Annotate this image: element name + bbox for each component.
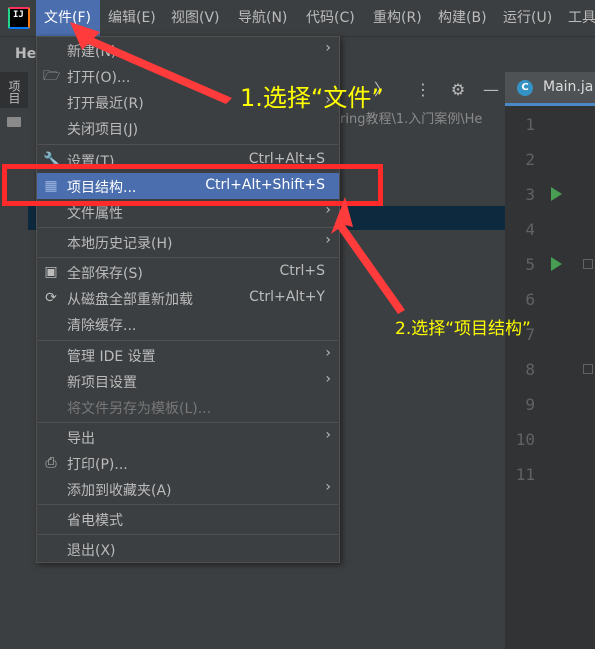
menu-item-label: 管理 IDE 设置 [67, 349, 156, 365]
hide-icon[interactable]: — [481, 80, 501, 100]
tool-window-strip: 项目 [0, 72, 29, 649]
submenu-arrow-icon: › [325, 371, 331, 387]
menu-view[interactable]: 视图(V) [171, 0, 220, 36]
folder-open-icon: 🗁 [43, 68, 61, 84]
menu-item-label: 清除缓存... [67, 318, 137, 334]
menu-item-reload-all[interactable]: ⟳ 从磁盘全部重新加载 Ctrl+Alt+Y [37, 285, 339, 311]
submenu-arrow-icon: › [325, 232, 331, 248]
menu-separator [38, 422, 338, 423]
print-icon: ⎙ [45, 455, 57, 471]
save-icon: ▣ [44, 264, 58, 280]
menu-item-new[interactable]: 新建(N) › [37, 37, 339, 63]
highlight-box [2, 164, 383, 206]
menu-separator [38, 227, 338, 228]
menu-item-label: 打开(O)... [67, 70, 131, 86]
menu-item-local-history[interactable]: 本地历史记录(H) › [37, 229, 339, 255]
submenu-arrow-icon: › [325, 479, 331, 495]
menu-item-label: 全部保存(S) [67, 266, 143, 282]
menu-separator [38, 340, 338, 341]
java-class-icon: C [517, 80, 533, 96]
reload-icon: ⟳ [45, 290, 57, 306]
project-tool-window-tab[interactable]: 项目 [0, 72, 28, 108]
project-name[interactable]: He [15, 46, 36, 62]
line-number: 5 [525, 255, 535, 274]
intellij-logo-icon: IJ [8, 7, 30, 29]
menu-run[interactable]: 运行(U) [503, 0, 552, 36]
menu-item-shortcut: Ctrl+Alt+Y [249, 289, 325, 305]
menu-item-shortcut: Ctrl+S [279, 263, 325, 279]
menu-separator [38, 504, 338, 505]
menu-item-print[interactable]: ⎙ 打印(P)... [37, 450, 339, 476]
menu-item-exit[interactable]: 退出(X) [37, 536, 339, 562]
menu-item-label: 文件属性 [67, 206, 123, 222]
line-number: 9 [525, 395, 535, 414]
run-gutter-icon[interactable] [551, 257, 562, 271]
step1-annotation: 1.选择“文件” [240, 84, 384, 112]
menu-item-manage-ide-settings[interactable]: 管理 IDE 设置 › [37, 342, 339, 368]
menu-tools[interactable]: 工具 [568, 0, 595, 36]
menu-separator [38, 144, 338, 145]
step2-annotation: 2.选择“项目结构” [395, 319, 531, 339]
menu-separator [38, 257, 338, 258]
fold-icon[interactable] [583, 364, 593, 374]
line-number: 4 [525, 220, 535, 239]
menu-item-label: 打开最近(R) [67, 96, 144, 112]
menu-item-add-to-favorites[interactable]: 添加到收藏夹(A) › [37, 476, 339, 502]
menu-item-label: 本地历史记录(H) [67, 236, 173, 252]
menu-item-label: 将文件另存为模板(L)... [67, 401, 212, 417]
menu-item-label: 从磁盘全部重新加载 [67, 292, 193, 308]
menu-item-label: 省电模式 [67, 513, 123, 529]
editor-tab-label: Main.ja [543, 79, 594, 95]
menu-item-label: 退出(X) [67, 543, 116, 559]
menu-item-save-as-template: 将文件另存为模板(L)... [37, 394, 339, 420]
menu-refactor[interactable]: 重构(R) [373, 0, 422, 36]
fold-icon[interactable] [583, 259, 593, 269]
menu-item-export[interactable]: 导出 › [37, 424, 339, 450]
menu-item-label: 打印(P)... [67, 457, 128, 473]
menu-item-power-save-mode[interactable]: 省电模式 [37, 506, 339, 532]
menu-edit[interactable]: 编辑(E) [108, 0, 156, 36]
main-menubar: IJ 文件(F) 编辑(E) 视图(V) 导航(N) 代码(C) 重构(R) 构… [0, 0, 595, 36]
menu-code[interactable]: 代码(C) [306, 0, 355, 36]
submenu-arrow-icon: › [325, 345, 331, 361]
submenu-arrow-icon: › [325, 427, 331, 443]
menu-item-label: 添加到收藏夹(A) [67, 483, 172, 499]
line-number: 2 [525, 150, 535, 169]
submenu-arrow-icon: › [325, 40, 331, 56]
line-number: 3 [525, 185, 535, 204]
menu-item-label: 导出 [67, 431, 95, 447]
menu-separator [38, 534, 338, 535]
menu-navigate[interactable]: 导航(N) [238, 0, 287, 36]
menu-item-label: 新项目设置 [67, 375, 137, 391]
menu-item-label: 新建(N) [67, 44, 117, 60]
folder-icon [7, 117, 21, 127]
line-number: 8 [525, 360, 535, 379]
menu-item-invalidate-caches[interactable]: 清除缓存... [37, 311, 339, 337]
line-number: 10 [515, 430, 535, 449]
menu-item-close-project[interactable]: 关闭项目(J) [37, 115, 339, 141]
line-number: 11 [515, 465, 535, 484]
line-number: 6 [525, 290, 535, 309]
menu-item-save-all[interactable]: ▣ 全部保存(S) Ctrl+S [37, 259, 339, 285]
file-menu-dropdown: 新建(N) › 🗁 打开(O)... 打开最近(R) › 关闭项目(J) 🔧 设… [36, 36, 340, 563]
menu-item-label: 关闭项目(J) [67, 122, 139, 138]
editor-tab-main[interactable]: C Main.ja [505, 72, 595, 106]
line-number: 1 [525, 115, 535, 134]
menu-file[interactable]: 文件(F) [36, 0, 100, 36]
run-gutter-icon[interactable] [551, 187, 562, 201]
menu-build[interactable]: 构建(B) [438, 0, 487, 36]
collapse-icon[interactable]: ⋮ [413, 80, 433, 100]
menu-item-new-project-settings[interactable]: 新项目设置 › [37, 368, 339, 394]
gear-icon[interactable]: ⚙ [448, 80, 468, 100]
project-tool-window-label: 项目 [7, 80, 21, 104]
